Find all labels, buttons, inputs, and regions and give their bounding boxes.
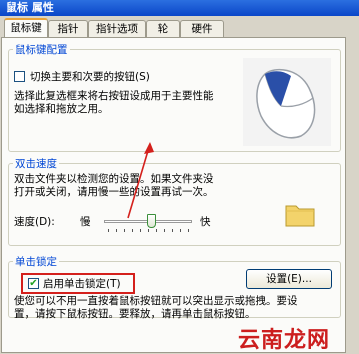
slider-tick xyxy=(140,229,141,232)
slider-tick xyxy=(148,229,149,232)
double-click-legend: 双击速度 xyxy=(15,158,57,170)
switch-buttons-checkbox[interactable] xyxy=(14,71,25,82)
switch-buttons-label[interactable]: 切换主要和次要的按钮(S) xyxy=(30,69,150,84)
slider-tick xyxy=(116,229,117,232)
slider-tick xyxy=(108,229,109,232)
settings-button[interactable]: 设置(E)... xyxy=(246,269,332,289)
fast-label: 快 xyxy=(200,216,211,228)
annotation-arrow xyxy=(127,142,154,219)
button-config-legend: 鼠标键配置 xyxy=(15,44,68,56)
slider-tick xyxy=(172,229,173,232)
tab-buttons[interactable]: 鼠标键 xyxy=(4,18,48,38)
slider-tick xyxy=(124,229,125,232)
tab-pointer-options[interactable]: 指针选项 xyxy=(88,20,146,37)
slider-tick xyxy=(132,229,133,232)
tab-wheel[interactable]: 轮 xyxy=(146,20,180,37)
button-config-description-2: 如选择和拖放之用。 xyxy=(14,103,109,115)
watermark-logo: 云南龙网 xyxy=(238,328,331,353)
slider-tick xyxy=(180,229,181,232)
speed-label: 速度(D): xyxy=(14,216,55,228)
click-lock-legend: 单击锁定 xyxy=(15,256,57,268)
test-folder-icon[interactable] xyxy=(284,200,318,228)
slider-tick xyxy=(188,229,189,232)
tab-pointers[interactable]: 指针 xyxy=(48,20,88,37)
click-lock-description-2: 置，请按下鼠标按钮。要释放，请再单击鼠标按钮。 xyxy=(14,308,256,320)
window-titlebar: 鼠标 属性 xyxy=(0,0,359,16)
slow-label: 慢 xyxy=(80,216,91,228)
double-click-description-2: 打开或关闭，请用慢一些的设置再试一次。 xyxy=(14,186,214,198)
slider-tick xyxy=(164,229,165,232)
slider-tick xyxy=(156,229,157,232)
annotation-highlight-box xyxy=(21,273,135,294)
tab-hardware[interactable]: 硬件 xyxy=(180,20,224,37)
mouse-image xyxy=(243,58,331,146)
window-title: 鼠标 属性 xyxy=(6,1,54,14)
